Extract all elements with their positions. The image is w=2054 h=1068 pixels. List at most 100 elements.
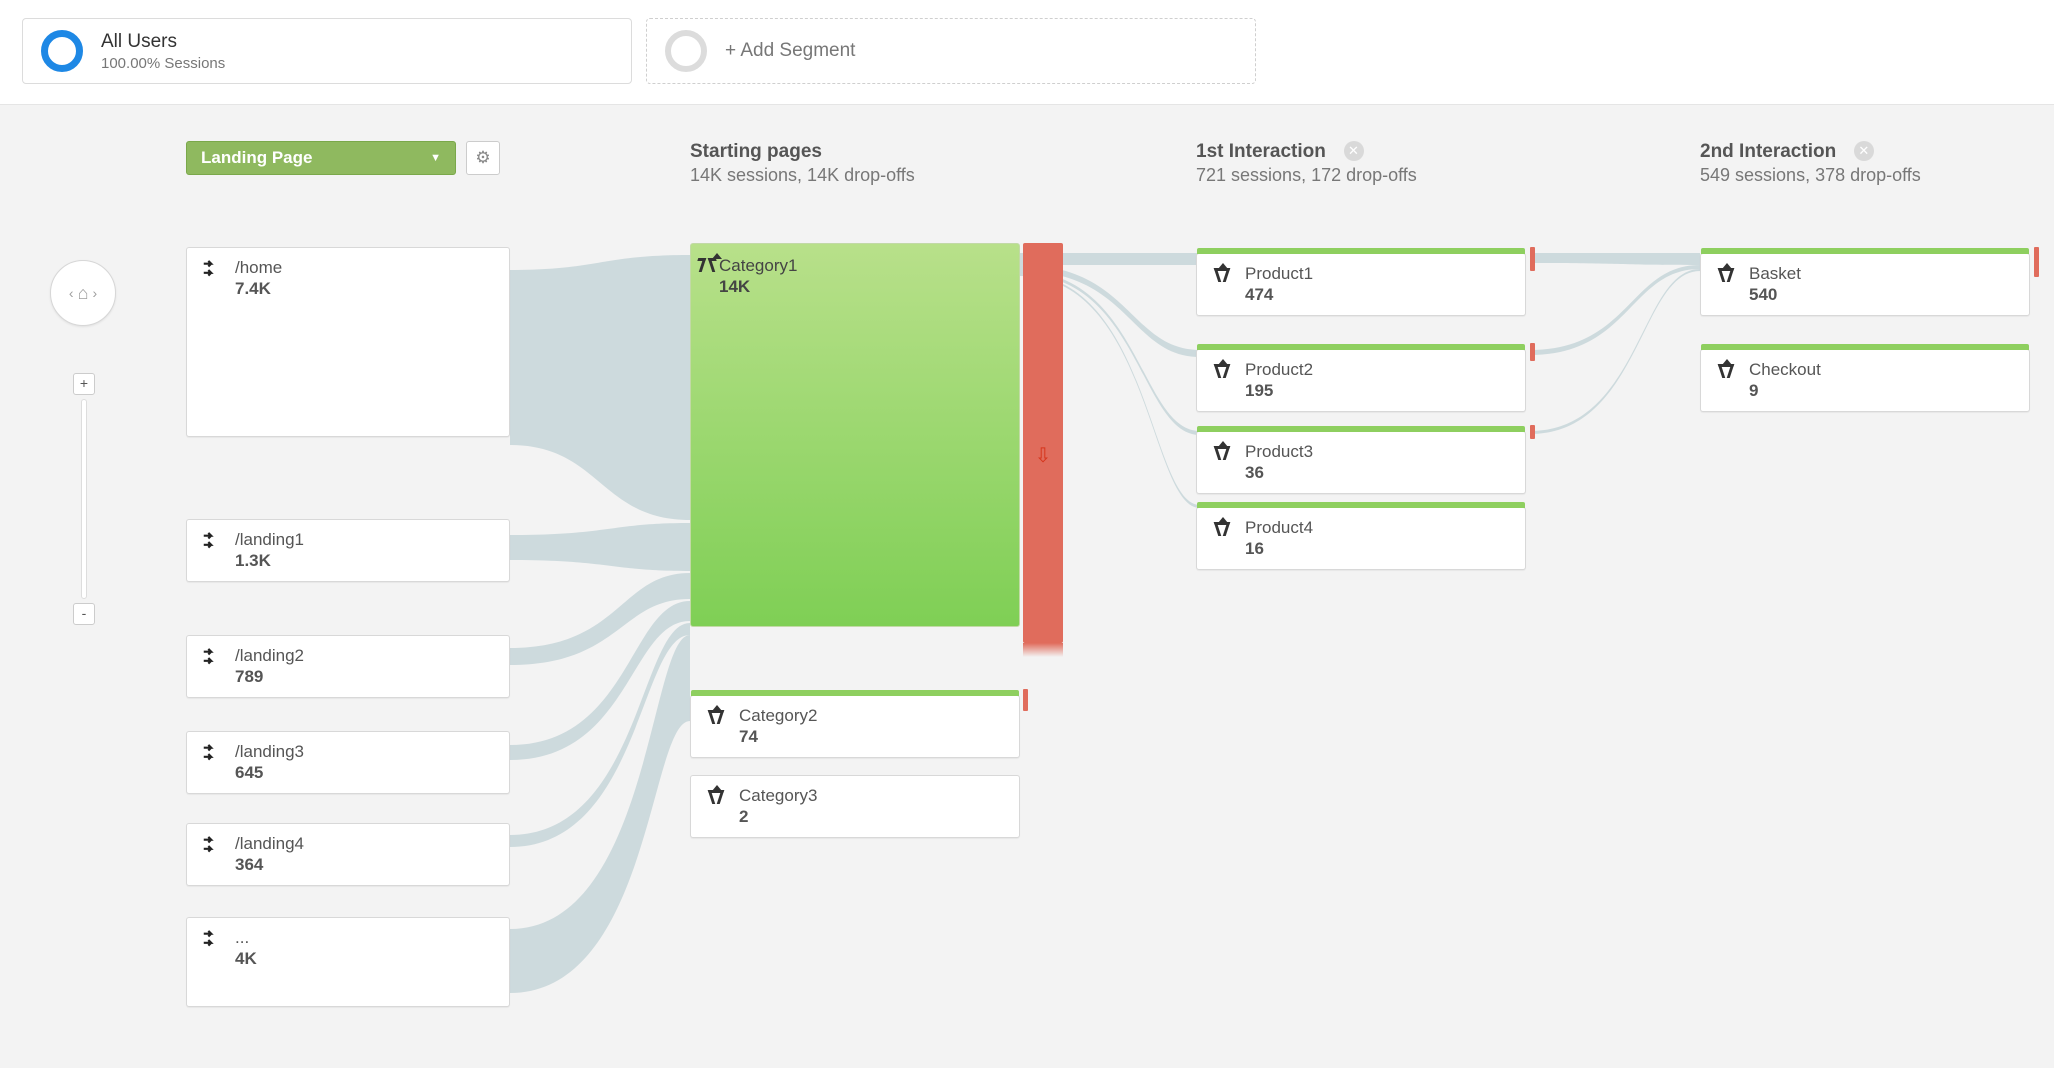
split-icon bbox=[201, 928, 223, 948]
split-icon bbox=[201, 258, 223, 278]
interaction2-node-basket[interactable]: Basket540 bbox=[1700, 253, 2030, 316]
split-icon bbox=[201, 742, 223, 762]
node-name: Category2 bbox=[739, 706, 817, 726]
dropoff-tick bbox=[1530, 425, 1535, 439]
interaction1-node-product1[interactable]: Product1474 bbox=[1196, 253, 1526, 316]
node-name: /home bbox=[235, 258, 282, 278]
node-name: Product3 bbox=[1245, 442, 1313, 462]
dimension-settings-button[interactable]: ⚙ bbox=[466, 141, 500, 175]
segment-subtitle: 100.00% Sessions bbox=[101, 55, 225, 72]
node-value: 2 bbox=[739, 807, 817, 827]
node-value: 7.4K bbox=[235, 279, 282, 299]
node-value: 74 bbox=[739, 727, 817, 747]
landing-node-home[interactable]: /home7.4K bbox=[186, 247, 510, 437]
merge-icon bbox=[1211, 518, 1233, 540]
zoom-out-button[interactable]: - bbox=[73, 603, 95, 625]
column-landing: Landing Page ▼ ⚙ bbox=[186, 141, 526, 193]
caret-down-icon: ▼ bbox=[430, 152, 441, 164]
nav-prev-icon[interactable]: ‹ bbox=[67, 285, 76, 301]
segment-all-users[interactable]: All Users 100.00% Sessions bbox=[22, 18, 632, 84]
split-icon bbox=[201, 530, 223, 550]
merge-icon bbox=[705, 786, 727, 808]
node-name: Category3 bbox=[739, 786, 817, 806]
landing-node-landing2[interactable]: /landing2789 bbox=[186, 635, 510, 698]
nav-home-cluster: ‹ ⌂ › bbox=[50, 260, 116, 326]
dropoff-bar-category1: ⇩ bbox=[1023, 243, 1063, 643]
dimension-label: Landing Page bbox=[201, 148, 312, 168]
starting-node-category1[interactable]: Category114K bbox=[690, 243, 1020, 627]
node-name: /landing4 bbox=[235, 834, 304, 854]
zoom-control: + - bbox=[73, 373, 95, 625]
dimension-select[interactable]: Landing Page ▼ bbox=[186, 141, 456, 175]
flow-canvas[interactable]: ‹ ⌂ › + - Landing Page ▼ bbox=[0, 105, 2054, 1068]
node-value: 1.3K bbox=[235, 551, 304, 571]
add-segment-circle-icon bbox=[665, 30, 707, 72]
node-value: 4K bbox=[235, 949, 257, 969]
node-name: Category1 bbox=[719, 256, 797, 276]
segment-bar: All Users 100.00% Sessions + Add Segment bbox=[0, 0, 2054, 105]
interaction1-node-product3[interactable]: Product336 bbox=[1196, 431, 1526, 494]
node-value: 195 bbox=[1245, 381, 1313, 401]
dropoff-tick bbox=[1023, 689, 1028, 711]
node-name: /landing2 bbox=[235, 646, 304, 666]
add-segment-button[interactable]: + Add Segment bbox=[646, 18, 1256, 84]
column-subtitle: 549 sessions, 378 drop-offs bbox=[1700, 165, 2054, 186]
landing-node-landing3[interactable]: /landing3645 bbox=[186, 731, 510, 794]
split-icon bbox=[201, 646, 223, 666]
landing-node-other[interactable]: ...4K bbox=[186, 917, 510, 1007]
node-value: 16 bbox=[1245, 539, 1313, 559]
column-title: 2nd Interaction bbox=[1700, 141, 1836, 163]
node-name: /landing1 bbox=[235, 530, 304, 550]
dropoff-tick bbox=[1530, 247, 1535, 271]
node-name: /landing3 bbox=[235, 742, 304, 762]
column-interaction1: 1st Interaction ✕ 721 sessions, 172 drop… bbox=[1196, 141, 1556, 198]
node-value: 789 bbox=[235, 667, 304, 687]
dropoff-tick bbox=[2034, 247, 2039, 277]
home-icon[interactable]: ⌂ bbox=[76, 283, 91, 304]
add-segment-label: + Add Segment bbox=[725, 40, 855, 62]
column-title: Starting pages bbox=[690, 141, 822, 163]
node-name: Product2 bbox=[1245, 360, 1313, 380]
gear-icon: ⚙ bbox=[475, 148, 490, 168]
node-name: ... bbox=[235, 928, 257, 948]
interaction1-node-product2[interactable]: Product2195 bbox=[1196, 349, 1526, 412]
landing-node-landing1[interactable]: /landing11.3K bbox=[186, 519, 510, 582]
merge-icon bbox=[1211, 360, 1233, 382]
node-value: 474 bbox=[1245, 285, 1313, 305]
segment-circle-icon bbox=[41, 30, 83, 72]
node-value: 645 bbox=[235, 763, 304, 783]
starting-node-category2[interactable]: Category274 bbox=[690, 695, 1020, 758]
interaction1-node-product4[interactable]: Product416 bbox=[1196, 507, 1526, 570]
merge-icon bbox=[705, 706, 727, 728]
column-interaction2: 2nd Interaction ✕ 549 sessions, 378 drop… bbox=[1700, 141, 2054, 198]
node-value: 14K bbox=[719, 277, 797, 297]
merge-icon bbox=[1715, 264, 1737, 286]
column-starting: Starting pages 14K sessions, 14K drop-of… bbox=[690, 141, 1050, 198]
node-name: Product4 bbox=[1245, 518, 1313, 538]
node-name: Checkout bbox=[1749, 360, 1821, 380]
nav-home-button[interactable]: ‹ ⌂ › bbox=[50, 260, 116, 326]
column-title: 1st Interaction bbox=[1196, 141, 1326, 163]
split-icon bbox=[201, 834, 223, 854]
merge-icon bbox=[1211, 442, 1233, 464]
segment-title: All Users bbox=[101, 31, 225, 53]
node-name: Basket bbox=[1749, 264, 1801, 284]
column-subtitle: 14K sessions, 14K drop-offs bbox=[690, 165, 1050, 186]
zoom-rail[interactable] bbox=[81, 399, 87, 599]
column-close-button[interactable]: ✕ bbox=[1344, 141, 1364, 161]
zoom-in-button[interactable]: + bbox=[73, 373, 95, 395]
starting-node-category3[interactable]: Category32 bbox=[690, 775, 1020, 838]
node-name: Product1 bbox=[1245, 264, 1313, 284]
nav-next-icon[interactable]: › bbox=[90, 285, 99, 301]
merge-icon bbox=[1211, 264, 1233, 286]
node-value: 9 bbox=[1749, 381, 1821, 401]
merge-icon bbox=[1715, 360, 1737, 382]
interaction2-node-checkout[interactable]: Checkout9 bbox=[1700, 349, 2030, 412]
landing-node-landing4[interactable]: /landing4364 bbox=[186, 823, 510, 886]
dropoff-tick bbox=[1530, 343, 1535, 361]
node-value: 540 bbox=[1749, 285, 1801, 305]
column-close-button[interactable]: ✕ bbox=[1854, 141, 1874, 161]
node-value: 364 bbox=[235, 855, 304, 875]
column-subtitle: 721 sessions, 172 drop-offs bbox=[1196, 165, 1556, 186]
node-value: 36 bbox=[1245, 463, 1313, 483]
